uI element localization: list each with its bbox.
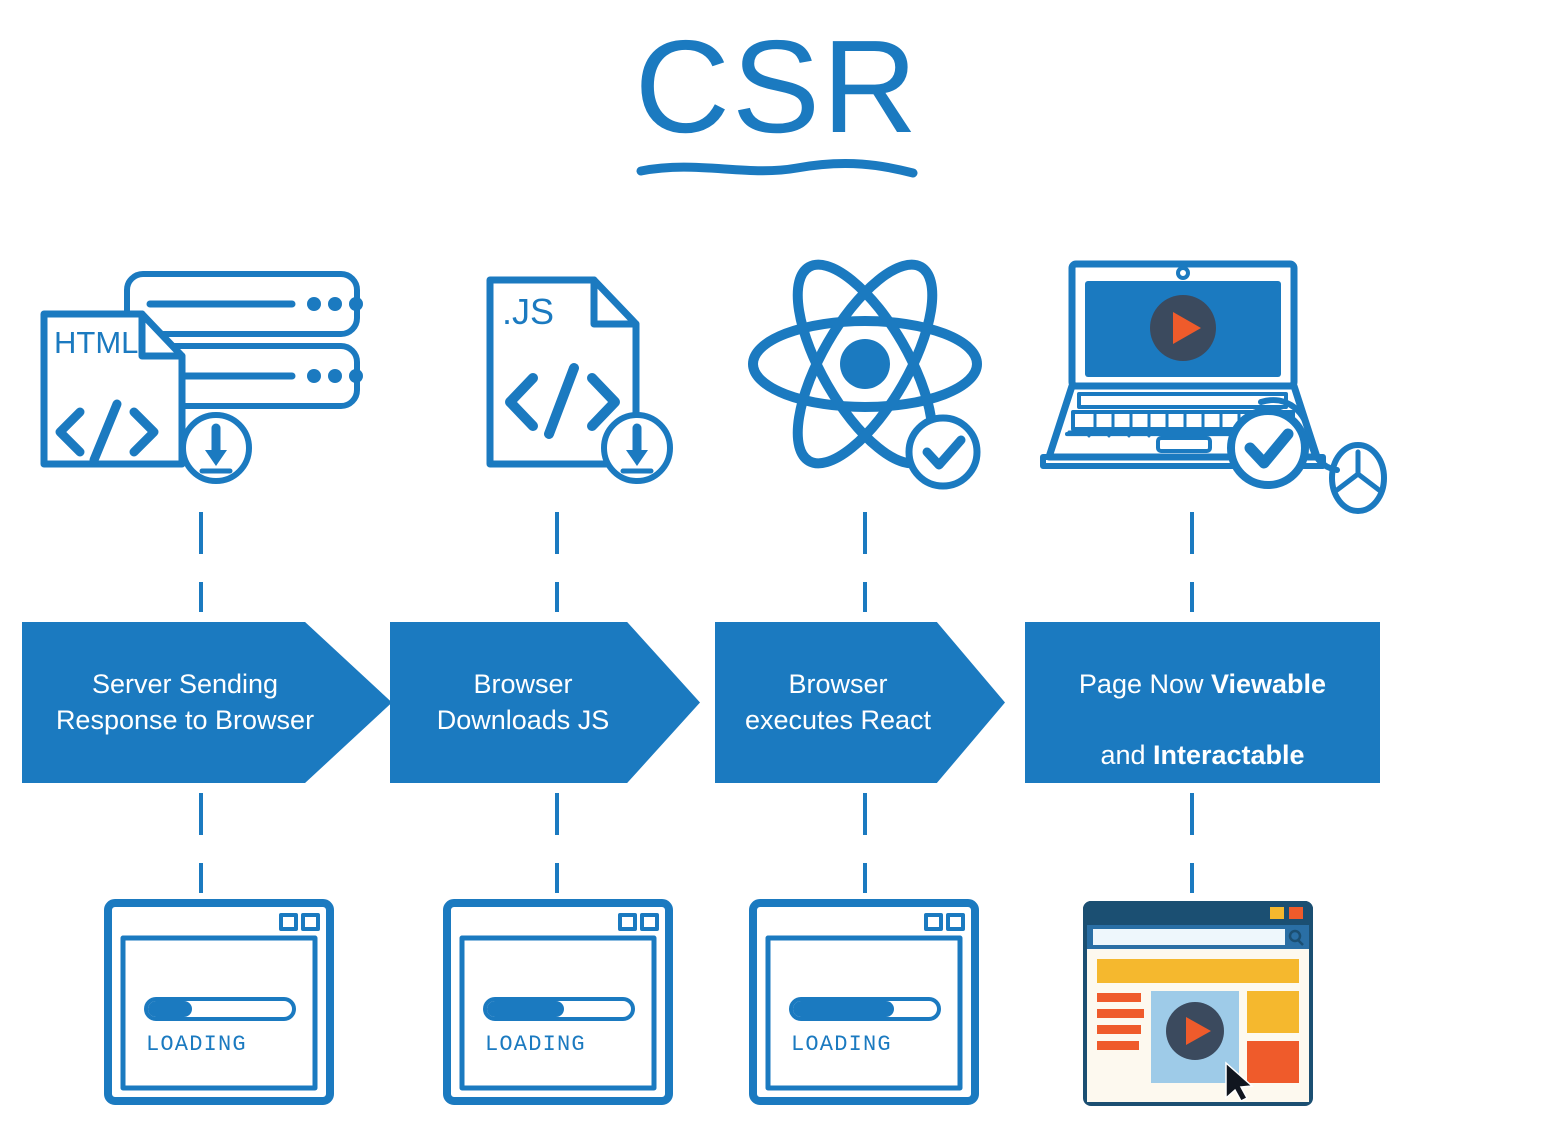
laptop-mouse-check-icon (1025, 252, 1445, 514)
window-button (640, 913, 659, 931)
js-file-download-icon: .JS (390, 252, 750, 512)
step-column-3: Browser executes React LOADING (715, 0, 1075, 1140)
html-document-icon: HTML (40, 310, 186, 468)
connector-dash-bottom-2 (555, 793, 559, 893)
banner-line2-bold: Interactable (1153, 740, 1305, 771)
loading-label: LOADING (146, 1032, 247, 1057)
download-badge-icon (601, 412, 673, 484)
check-badge-icon (1227, 407, 1309, 489)
connector-dash-bottom-4 (1190, 793, 1194, 893)
banner-label: Server Sending Response to Browser (55, 668, 315, 735)
connector-dash-top-2 (555, 512, 559, 612)
react-atom-check-icon (715, 252, 1075, 512)
banner-label: Browser Downloads JS (436, 668, 610, 735)
side-card-orange (1247, 1041, 1299, 1083)
window-button (618, 913, 637, 931)
window-button (946, 913, 965, 931)
window-button-minimize (1270, 907, 1284, 919)
window-button (301, 913, 320, 931)
download-badge-icon (180, 412, 252, 484)
connector-dash-top-4 (1190, 512, 1194, 612)
document-label: HTML (54, 325, 138, 360)
rendered-page-window (1025, 895, 1445, 1110)
list-item (1097, 1009, 1144, 1018)
window-button (279, 913, 298, 931)
banner-line1-plain: Page Now (1078, 668, 1211, 699)
search-input (1093, 929, 1285, 945)
step-column-2: .JS Browser Downloads JS LOADING (390, 0, 750, 1140)
window-button (924, 913, 943, 931)
check-badge-icon (905, 414, 981, 490)
step-banner-2: Browser Downloads JS (390, 622, 700, 783)
progress-bar (789, 997, 941, 1021)
window-button-close (1289, 907, 1303, 919)
connector-dash-bottom-3 (863, 793, 867, 893)
list-item (1097, 1041, 1139, 1050)
connector-dash-top-1 (199, 512, 203, 612)
step-column-4: Page Now Viewable and Interactable (1025, 0, 1445, 1140)
loading-label: LOADING (791, 1032, 892, 1057)
connector-dash-top-3 (863, 512, 867, 612)
step-banner-1: Server Sending Response to Browser (22, 622, 392, 783)
list-item (1097, 1025, 1141, 1034)
connector-dash-bottom-1 (199, 793, 203, 893)
banner-line2-plain: and (1100, 740, 1153, 771)
step-column-1: HTML Server Sending Response to Browser … (22, 0, 392, 1140)
list-item (1097, 993, 1141, 1002)
title-bar (1083, 901, 1313, 925)
step-banner-3: Browser executes React (715, 622, 1005, 783)
server-html-download-icon: HTML (22, 252, 382, 512)
loading-browser-window-1: LOADING (22, 895, 382, 1110)
banner-label: Browser executes React (744, 668, 932, 735)
loading-browser-window-3: LOADING (715, 895, 1075, 1110)
csr-diagram: CSR HTML Server Sending Response to Brow… (0, 0, 1554, 1140)
progress-bar (144, 997, 296, 1021)
loading-label: LOADING (485, 1032, 586, 1057)
banner-line1-bold: Viewable (1211, 668, 1327, 699)
progress-bar (483, 997, 635, 1021)
search-bar (1087, 925, 1309, 949)
play-button-icon (1150, 295, 1216, 361)
banner-label: Page Now Viewable and Interactable (1079, 631, 1326, 775)
hero-banner (1097, 959, 1299, 983)
loading-browser-window-2: LOADING (390, 895, 750, 1110)
document-label: .JS (502, 291, 554, 332)
step-banner-4: Page Now Viewable and Interactable (1025, 622, 1380, 783)
side-card-yellow (1247, 991, 1299, 1033)
